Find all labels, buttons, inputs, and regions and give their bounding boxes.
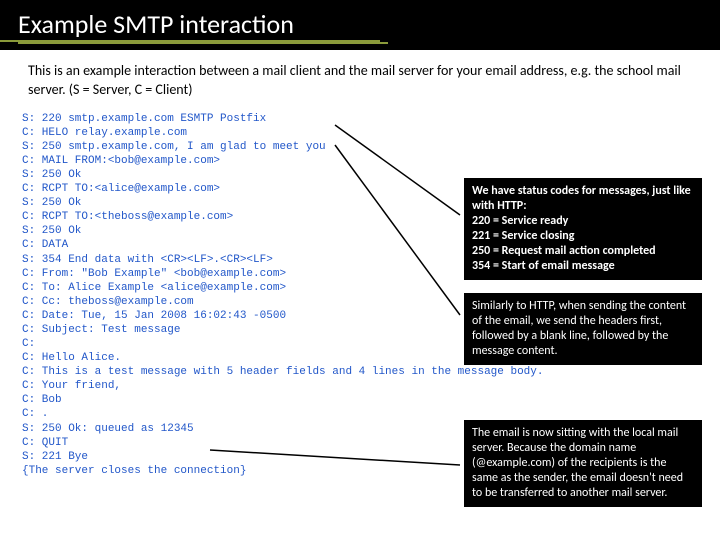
callout-line: 250 = Request mail action completed: [472, 244, 656, 258]
intro-text: This is an example interaction between a…: [0, 50, 720, 108]
callout-line: 221 = Service closing: [472, 229, 574, 243]
slide-title: Example SMTP interaction: [0, 0, 380, 42]
callout-headers: Similarly to HTTP, when sending the cont…: [464, 293, 702, 365]
callout-line: 220 = Service ready: [472, 214, 568, 228]
title-underline: [18, 42, 388, 44]
slide-header: Example SMTP interaction: [0, 0, 720, 50]
callout-line: 354 = Start of email message: [472, 259, 615, 273]
callout-line: We have status codes for messages, just …: [472, 184, 691, 213]
callout-queued: The email is now sitting with the local …: [464, 420, 702, 507]
callout-status-codes: We have status codes for messages, just …: [464, 178, 702, 280]
